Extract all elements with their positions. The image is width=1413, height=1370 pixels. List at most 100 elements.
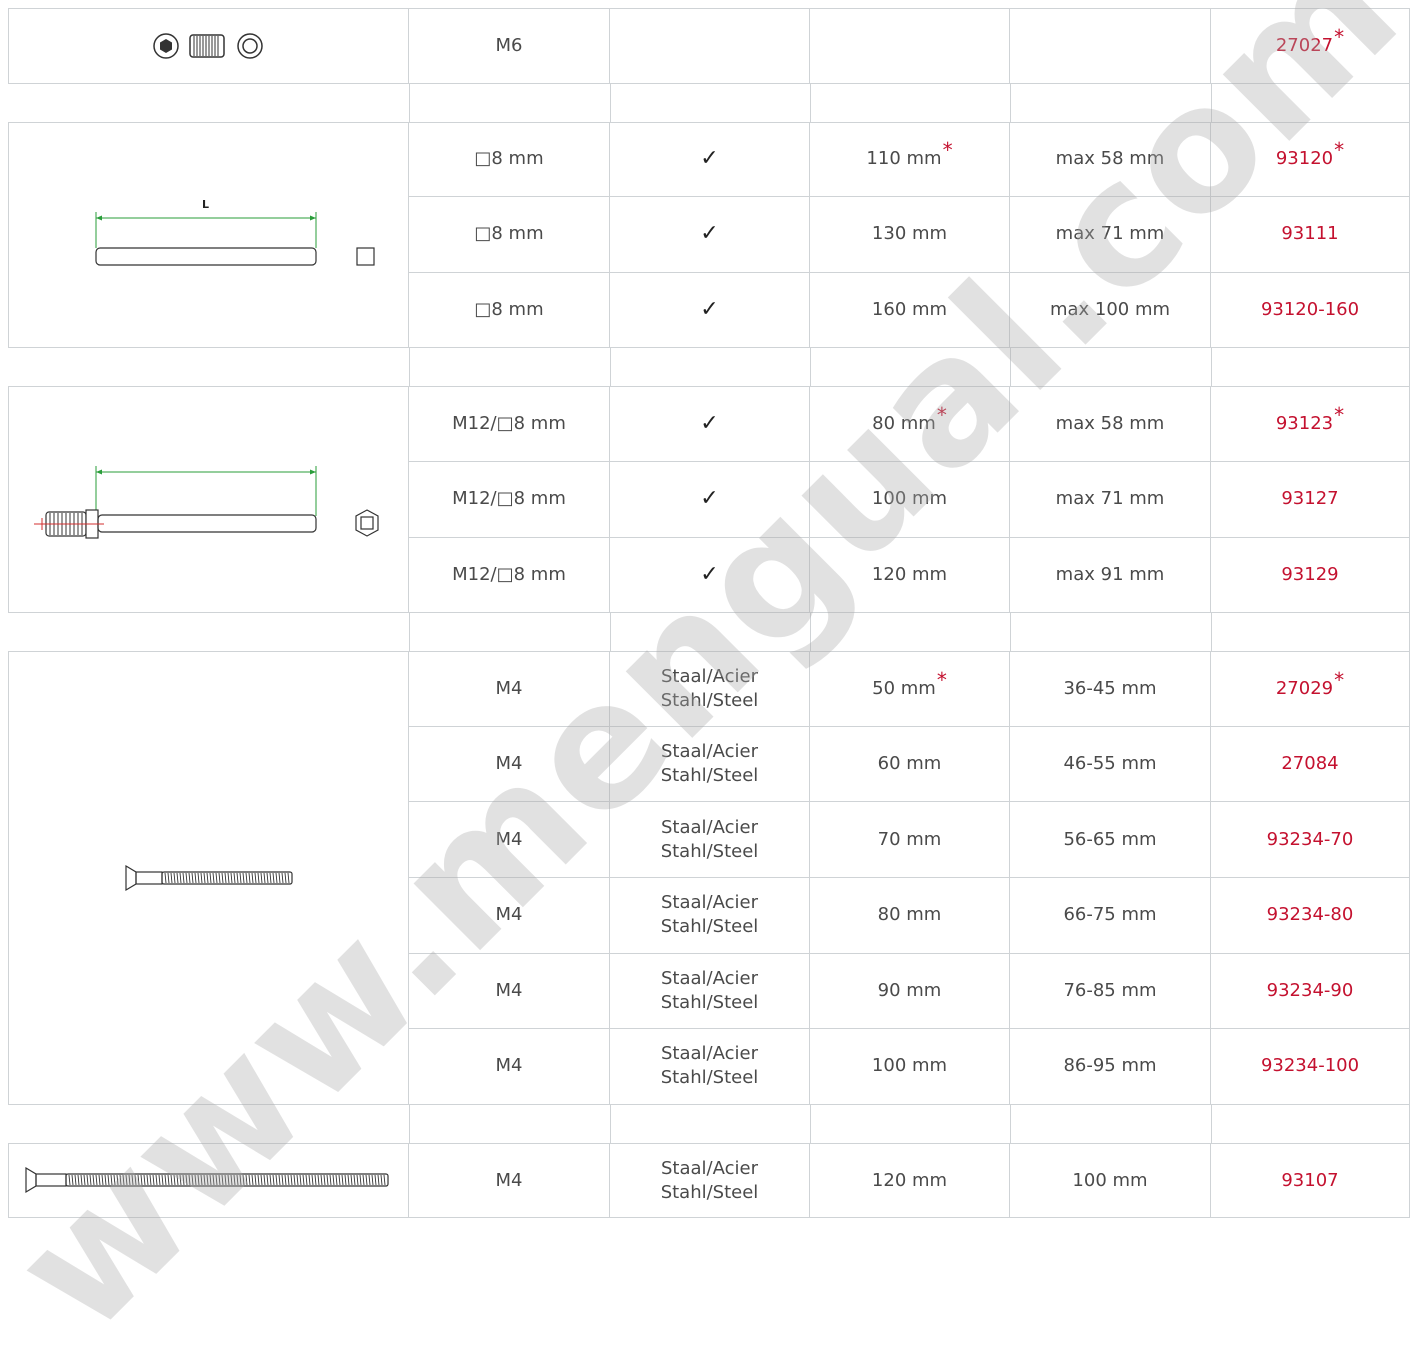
- material-line: Staal/Acier: [661, 741, 758, 763]
- cell-text: 60 mm: [877, 753, 942, 775]
- article-code-cell: 93234-80: [1211, 878, 1410, 954]
- long-screw-illustration: [22, 1164, 397, 1200]
- material-line: Stahl/Steel: [660, 1067, 759, 1089]
- length-cell: 50 mm *: [810, 651, 1010, 727]
- thickness-cell: 36-45 mm: [1010, 651, 1211, 727]
- spacer-row: [8, 613, 1410, 652]
- cell-text: 100 mm: [1072, 1169, 1148, 1191]
- cell-text: 27084: [1281, 753, 1339, 775]
- grid-line: [1409, 613, 1410, 652]
- cell-text: 56-65 mm: [1063, 828, 1157, 850]
- cell-text: 90 mm: [877, 979, 942, 1001]
- cell-text: 70 mm: [877, 828, 942, 850]
- length-cell: 120 mm: [810, 1142, 1010, 1219]
- asterisk-marker: *: [1334, 24, 1345, 49]
- length-cell: [810, 8, 1010, 84]
- material-cell: ✓: [610, 537, 810, 614]
- cell-text: M6: [495, 34, 523, 56]
- thickness-cell: max 100 mm: [1010, 272, 1211, 349]
- cell-text: 50 mm: [872, 677, 936, 699]
- threaded-rod-illustration: [30, 452, 390, 556]
- article-code-cell: 93234-90: [1211, 953, 1410, 1030]
- cell-text: max 71 mm: [1055, 223, 1165, 245]
- thickness-cell: 100 mm: [1010, 1142, 1211, 1219]
- material-cell: Staal/Acier Stahl/Steel: [610, 878, 810, 954]
- thickness-cell: max 71 mm: [1010, 462, 1211, 538]
- grid-line: [610, 1104, 611, 1143]
- length-cell: 100 mm: [810, 462, 1010, 538]
- thickness-cell: max 58 mm: [1010, 386, 1211, 462]
- thread-cell: M4: [409, 726, 610, 803]
- grid-line: [1409, 83, 1410, 122]
- cell-text: 93120: [1275, 148, 1334, 170]
- thread-cell: M12/□8 mm: [409, 386, 610, 462]
- length-cell: 80 mm: [810, 878, 1010, 954]
- material-text: Staal/Acier Stahl/Steel: [661, 665, 759, 713]
- cell-text: 160 mm: [871, 299, 948, 321]
- cell-text: 93234-70: [1266, 828, 1354, 850]
- product-table: M6 27027 * □8 mm ✓ 110 mm * max 58 mm 93120 * □8 m…: [0, 0, 1413, 1219]
- cell-text: 93234-100: [1260, 1055, 1360, 1077]
- article-code-cell: 93107: [1211, 1142, 1410, 1219]
- cell-text: 86-95 mm: [1063, 1055, 1157, 1077]
- cell-text: 93234-80: [1266, 904, 1354, 926]
- check-mark-icon: ✓: [700, 411, 719, 437]
- material-line: Stahl/Steel: [660, 1181, 759, 1203]
- cell-text: 93234-90: [1266, 979, 1354, 1001]
- material-line: Stahl/Steel: [660, 765, 759, 787]
- article-code-cell: 93127: [1211, 462, 1410, 538]
- cell-text: 66-75 mm: [1063, 904, 1157, 926]
- thickness-cell: max 58 mm: [1010, 121, 1211, 198]
- cell-text: 93120-160: [1260, 299, 1360, 321]
- material-cell: ✓: [610, 386, 810, 462]
- material-cell: Staal/Acier Stahl/Steel: [610, 1029, 810, 1105]
- material-line: Staal/Acier: [661, 665, 758, 687]
- cell-text: M4: [495, 1055, 523, 1077]
- article-code-cell: 93120-160: [1211, 272, 1410, 349]
- material-cell: ✓: [610, 462, 810, 538]
- grid-line: [810, 348, 811, 387]
- thickness-cell: 86-95 mm: [1010, 1029, 1211, 1105]
- cell-text: M12/□8 mm: [452, 413, 566, 435]
- check-mark-icon: ✓: [700, 561, 719, 587]
- thickness-cell: max 91 mm: [1010, 537, 1211, 614]
- length-cell: 90 mm: [810, 953, 1010, 1030]
- material-text: Staal/Acier Stahl/Steel: [661, 1042, 759, 1090]
- cell-text: 46-55 mm: [1063, 753, 1157, 775]
- length-cell: 60 mm: [810, 726, 1010, 803]
- material-cell: ✓: [610, 272, 810, 349]
- material-cell: Staal/Acier Stahl/Steel: [610, 726, 810, 803]
- cell-text: 120 mm: [871, 1169, 948, 1191]
- cell-text: 130 mm: [871, 223, 948, 245]
- square-rod-illustration: L: [90, 196, 390, 274]
- insert-nut-illustration: [150, 30, 270, 66]
- material-text: Staal/Acier Stahl/Steel: [661, 816, 759, 864]
- thread-cell: M4: [409, 1029, 610, 1105]
- material-line: Staal/Acier: [661, 1157, 758, 1179]
- material-cell: Staal/Acier Stahl/Steel: [610, 802, 810, 878]
- cell-text: M4: [495, 904, 523, 926]
- check-mark-icon: ✓: [700, 486, 719, 512]
- grid-line: [1211, 83, 1212, 122]
- asterisk-marker: *: [1334, 403, 1345, 428]
- material-text: Staal/Acier Stahl/Steel: [661, 740, 759, 788]
- material-line: Stahl/Steel: [660, 916, 759, 938]
- material-line: Staal/Acier: [661, 967, 758, 989]
- cell-text: □8 mm: [474, 223, 544, 245]
- article-code-cell: 93234-100: [1211, 1029, 1410, 1105]
- length-cell: 130 mm: [810, 197, 1010, 273]
- cell-text: 80 mm: [877, 904, 942, 926]
- thread-cell: M12/□8 mm: [409, 462, 610, 538]
- material-line: Stahl/Steel: [660, 840, 759, 862]
- cell-text: 100 mm: [871, 1055, 948, 1077]
- material-line: Stahl/Steel: [660, 689, 759, 711]
- material-line: Staal/Acier: [661, 816, 758, 838]
- thread-cell: M4: [409, 1142, 610, 1219]
- material-cell: Staal/Acier Stahl/Steel: [610, 1142, 810, 1219]
- length-cell: 110 mm *: [810, 121, 1010, 198]
- grid-line: [409, 613, 410, 652]
- cell-text: max 58 mm: [1055, 413, 1165, 435]
- dimension-label-l: L: [202, 198, 210, 211]
- spacer-row: [8, 1104, 1410, 1143]
- cell-text: max 91 mm: [1055, 563, 1165, 585]
